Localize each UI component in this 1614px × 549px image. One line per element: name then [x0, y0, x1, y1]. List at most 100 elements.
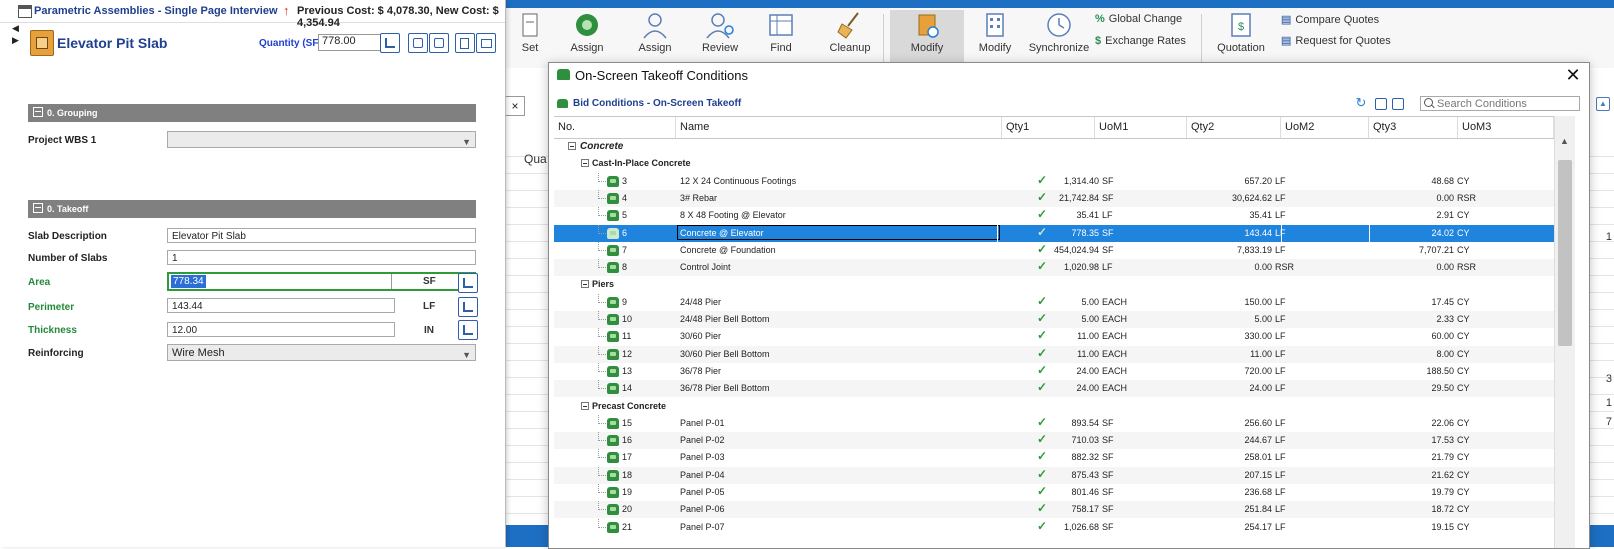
measure-perimeter-icon[interactable]: [458, 297, 478, 317]
table-row[interactable]: 13 36/78 Pier ✓ 24.00 EACH 720.00 LF 188.50 CY: [554, 363, 1554, 380]
column-header-qty1[interactable]: Qty1: [1002, 117, 1095, 138]
tree-collapse-icon[interactable]: [568, 142, 576, 150]
column-header-uom3[interactable]: UoM3: [1458, 117, 1554, 138]
column-header-qty3[interactable]: Qty3: [1369, 117, 1458, 138]
group-row[interactable]: Piers: [554, 276, 1554, 293]
cell-uom3: CY: [1457, 297, 1470, 307]
tree-collapse-icon[interactable]: [581, 159, 589, 167]
section-takeoff[interactable]: 0. Takeoff: [28, 200, 476, 218]
reinforcing-select[interactable]: Wire Mesh ▼: [167, 344, 476, 361]
quotation-icon: $: [1231, 13, 1251, 37]
synchronize-button[interactable]: Synchronize: [1027, 10, 1091, 66]
background-tab-close[interactable]: ×: [505, 96, 525, 116]
tree-collapse-icon[interactable]: [581, 402, 589, 410]
panel-nav-arrows-icon[interactable]: ◀ ▶: [12, 22, 19, 46]
assign-conditions-button[interactable]: Assign: [565, 10, 609, 66]
column-header-uom1[interactable]: UoM1: [1095, 117, 1187, 138]
table-row[interactable]: 3 12 X 24 Continuous Footings ✓ 1,314.40 SF 6…: [554, 173, 1554, 190]
background-collapse-icon[interactable]: ▲: [1596, 97, 1610, 111]
column-header-qty2[interactable]: Qty2: [1187, 117, 1281, 138]
slab-description-input[interactable]: Elevator Pit Slab: [167, 228, 476, 243]
cell-name: Panel P-07: [680, 522, 725, 532]
column-header-uom2[interactable]: UoM2: [1281, 117, 1369, 138]
table-row[interactable]: 6Concrete @ Elevator✓778.35SF143.44LF24.…: [554, 225, 1554, 242]
scroll-up-icon[interactable]: ▲: [1560, 136, 1569, 146]
table-row[interactable]: 11 30/60 Pier ✓ 11.00 EACH 330.00 LF 60.00 CY: [554, 328, 1554, 345]
table-row[interactable]: 7 Concrete @ Foundation ✓ 454,024.94 SF 7,833…: [554, 242, 1554, 259]
cell-uom3: CY: [1457, 228, 1470, 238]
table-row[interactable]: 8 Control Joint ✓ 1,020.98 LF 0.00 RSR 0.00 RSR: [554, 259, 1554, 276]
expand-all-icon[interactable]: [1392, 98, 1404, 110]
close-icon[interactable]: ✕: [1562, 64, 1584, 86]
table-row[interactable]: 4 3# Rebar ✓ 21,742.84 SF 30,624.62 LF 0.00 RSR: [554, 190, 1554, 207]
collapse-all-icon[interactable]: [1375, 98, 1387, 110]
tree-line: [598, 509, 606, 510]
assembly-title: Elevator Pit Slab: [57, 35, 168, 51]
project-wbs-select[interactable]: ▼: [167, 131, 476, 148]
tree-collapse-icon[interactable]: [581, 280, 589, 288]
print-icon[interactable]: [476, 33, 496, 53]
table-row[interactable]: 19 Panel P-05 ✓ 801.46 SF 236.68 LF 19.79 CY: [554, 484, 1554, 501]
find-button[interactable]: Find: [758, 10, 804, 66]
exchange-rates-button[interactable]: $ Exchange Rates: [1095, 35, 1186, 47]
category-row[interactable]: Concrete: [554, 138, 1554, 155]
table-row[interactable]: 21 Panel P-07 ✓ 1,026.68 SF 254.17 LF 19.15 CY: [554, 519, 1554, 536]
currency-icon: $: [1095, 35, 1102, 47]
table-row[interactable]: 20 Panel P-06 ✓ 758.17 SF 251.84 LF 18.72 CY: [554, 501, 1554, 518]
request-for-quotes-label: Request for Quotes: [1295, 35, 1391, 47]
table-row[interactable]: 10 24/48 Pier Bell Bottom ✓ 5.00 EACH 5.00 LF 2…: [554, 311, 1554, 328]
tree-line: [598, 423, 606, 424]
assign-label-1: Assign: [570, 42, 604, 54]
expand-all-icon[interactable]: [429, 33, 449, 53]
modify-label-1: Modify: [910, 42, 944, 54]
background-value: 7: [1605, 416, 1612, 428]
number-of-slabs-input[interactable]: 1: [167, 250, 476, 265]
collapse-minus-icon: [33, 107, 43, 117]
cell-qty1: 24.00: [1076, 383, 1099, 393]
compare-quotes-button[interactable]: ▤ Compare Quotes: [1281, 13, 1379, 26]
table-row[interactable]: 18 Panel P-04 ✓ 875.43 SF 207.15 LF 21.62 CY: [554, 467, 1554, 484]
table-row[interactable]: 9 24/48 Pier ✓ 5.00 EACH 150.00 LF 17.45 CY: [554, 294, 1554, 311]
quotation-button[interactable]: $ Quotation: [1213, 10, 1269, 66]
global-change-button[interactable]: % Global Change: [1095, 13, 1182, 25]
condition-icon: [607, 176, 619, 187]
set-group-button[interactable]: Set: [510, 10, 550, 66]
cell-name: Concrete @ Elevator: [680, 228, 764, 238]
table-row[interactable]: 15 Panel P-01 ✓ 893.54 SF 256.60 LF 22.06 CY: [554, 415, 1554, 432]
cell-uom3: CY: [1457, 435, 1470, 445]
request-for-quotes-button[interactable]: ▤ Request for Quotes: [1281, 34, 1391, 47]
group-row[interactable]: Cast-In-Place Concrete: [554, 155, 1554, 172]
cell-no: 12: [622, 349, 633, 359]
column-header-name[interactable]: Name: [676, 117, 1002, 138]
quantity-input[interactable]: 778.00: [318, 34, 382, 51]
table-row[interactable]: 16 Panel P-02 ✓ 710.03 SF 244.67 LF 17.53 CY: [554, 432, 1554, 449]
cleanup-button[interactable]: Cleanup: [825, 10, 875, 66]
modify-button[interactable]: Modify: [890, 10, 964, 66]
group-row[interactable]: Precast Concrete: [554, 398, 1554, 415]
cell-uom1: EACH: [1102, 349, 1128, 359]
thickness-input[interactable]: 12.00: [167, 322, 395, 337]
table-row[interactable]: 14 36/78 Pier Bell Bottom ✓ 24.00 EACH 24.00 L…: [554, 380, 1554, 397]
area-input[interactable]: 778.34 SF: [167, 272, 476, 291]
table-row[interactable]: 58 X 48 Footing @ Elevator ✓ 35.41 LF 35.41 L…: [554, 207, 1554, 224]
assign-button[interactable]: Assign: [633, 10, 677, 66]
measure-thickness-icon[interactable]: [458, 320, 478, 340]
column-header-no[interactable]: No.: [554, 117, 676, 138]
scrollbar-thumb[interactable]: [1558, 160, 1572, 346]
table-row[interactable]: 17 Panel P-03 ✓ 882.32 SF 258.01 LF 21.79 CY: [554, 449, 1554, 466]
refresh-icon[interactable]: ↻: [1354, 96, 1368, 110]
cell-qty3: 7,707.21: [1418, 245, 1454, 255]
review-button[interactable]: Review: [695, 10, 745, 66]
modify-dropdown-button[interactable]: Modify: [970, 10, 1020, 66]
measure-area-icon[interactable]: [458, 273, 478, 293]
condition-icon: [607, 245, 619, 256]
table-scrollbar[interactable]: ▲: [1554, 116, 1575, 548]
perimeter-input[interactable]: 143.44: [167, 298, 395, 313]
section-grouping[interactable]: 0. Grouping: [28, 104, 476, 122]
search-conditions-input[interactable]: Search Conditions: [1420, 96, 1580, 111]
measure-quantity-icon[interactable]: [380, 33, 400, 53]
group-label: Precast Concrete: [592, 401, 667, 411]
table-row[interactable]: 12 30/60 Pier Bell Bottom ✓ 11.00 EACH 11.00 L…: [554, 346, 1554, 363]
add-item-icon[interactable]: [455, 33, 475, 53]
collapse-all-icon[interactable]: [408, 33, 428, 53]
